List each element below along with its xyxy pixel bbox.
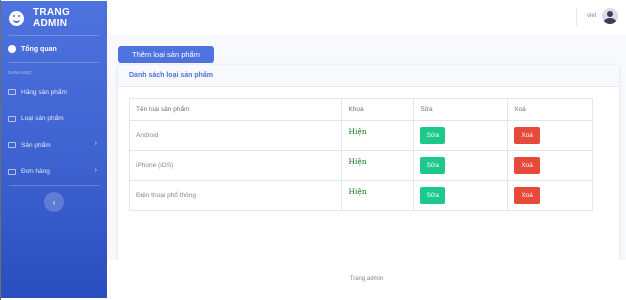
table-icon	[8, 168, 16, 175]
table-row: Điện thoại phổ thông Hiện Sửa Xoá	[128, 180, 593, 211]
edit-button[interactable]: Sửa	[420, 127, 446, 144]
edit-cell: Sửa	[413, 180, 509, 211]
delete-cell: Xoá	[507, 150, 593, 181]
sidebar-item-orders[interactable]: Đơn hàng ›	[1, 159, 107, 186]
category-name: Android	[128, 120, 343, 151]
sidebar-item-label: Sản phẩm	[21, 141, 51, 149]
category-list-card: Danh sách loại sản phẩm Tên loại sản phẩ…	[118, 65, 619, 265]
table-icon	[8, 89, 16, 96]
sidebar-brand[interactable]: TRANG ADMIN	[1, 1, 107, 35]
smile-icon	[9, 10, 24, 26]
table-header-row: Tên loại sản phẩm Khoá Sửa Xoá	[128, 98, 593, 121]
status-text: Hiện	[341, 120, 415, 151]
sidebar-item-label: Đơn hàng	[21, 168, 50, 176]
sidebar-item-label: Tổng quan	[21, 45, 57, 53]
edit-cell: Sửa	[413, 150, 509, 181]
category-name: iPhone (iOS)	[128, 150, 343, 181]
sidebar-item-brands[interactable]: Hãng sản phẩm	[1, 79, 107, 106]
dashboard-icon	[8, 45, 16, 53]
edit-button[interactable]: Sửa	[420, 157, 446, 174]
column-header-delete: Xoá	[507, 98, 593, 121]
table-row: iPhone (iOS) Hiện Sửa Xoá	[128, 150, 593, 181]
chevron-right-icon: ›	[94, 166, 97, 174]
table-icon	[8, 115, 16, 122]
status-text: Hiện	[341, 150, 415, 181]
footer: Trang admin	[107, 260, 626, 300]
sidebar: TRANG ADMIN Tổng quan DANH MỤC Hãng sản …	[1, 1, 107, 298]
folder-icon	[8, 142, 16, 149]
sidebar-item-products[interactable]: Sản phẩm ›	[1, 132, 107, 159]
user-avatar[interactable]	[602, 8, 618, 24]
column-header-edit: Sửa	[413, 98, 509, 121]
topbar-divider	[576, 9, 577, 26]
table-row: Android Hiện Sửa Xoá	[128, 120, 593, 151]
category-table: Tên loại sản phẩm Khoá Sửa Xoá Android H…	[128, 98, 593, 211]
brand-title: TRANG ADMIN	[32, 7, 71, 29]
sidebar-item-dashboard[interactable]: Tổng quan	[1, 36, 107, 62]
topbar: viet	[107, 0, 626, 35]
delete-button[interactable]: Xoá	[514, 187, 541, 204]
card-title: Danh sách loại sản phẩm	[118, 65, 619, 87]
column-header-lock: Khoá	[341, 98, 415, 121]
sidebar-item-categories[interactable]: Loại sản phẩm	[1, 106, 107, 133]
delete-button[interactable]: Xoá	[514, 157, 541, 174]
add-category-button[interactable]: Thêm loại sản phẩm	[118, 46, 214, 63]
sidebar-item-label: Hãng sản phẩm	[21, 88, 67, 96]
user-name[interactable]: viet	[587, 13, 596, 19]
sidebar-section-heading: DANH MỤC	[8, 70, 33, 75]
sidebar-item-label: Loại sản phẩm	[21, 115, 64, 123]
main-content: Thêm loại sản phẩm Danh sách loại sản ph…	[107, 35, 626, 265]
chevron-right-icon: ›	[94, 140, 97, 147]
column-header-name: Tên loại sản phẩm	[128, 98, 343, 121]
sidebar-toggle-button[interactable]: ‹	[44, 192, 64, 212]
delete-cell: Xoá	[507, 120, 593, 151]
delete-button[interactable]: Xoá	[514, 127, 541, 144]
edit-button[interactable]: Sửa	[420, 187, 446, 204]
edit-cell: Sửa	[413, 120, 509, 151]
footer-text: Trang admin	[349, 276, 384, 282]
sidebar-divider	[9, 185, 99, 186]
category-name: Điện thoại phổ thông	[128, 180, 343, 211]
delete-cell: Xoá	[507, 180, 593, 211]
status-text: Hiện	[341, 180, 415, 211]
